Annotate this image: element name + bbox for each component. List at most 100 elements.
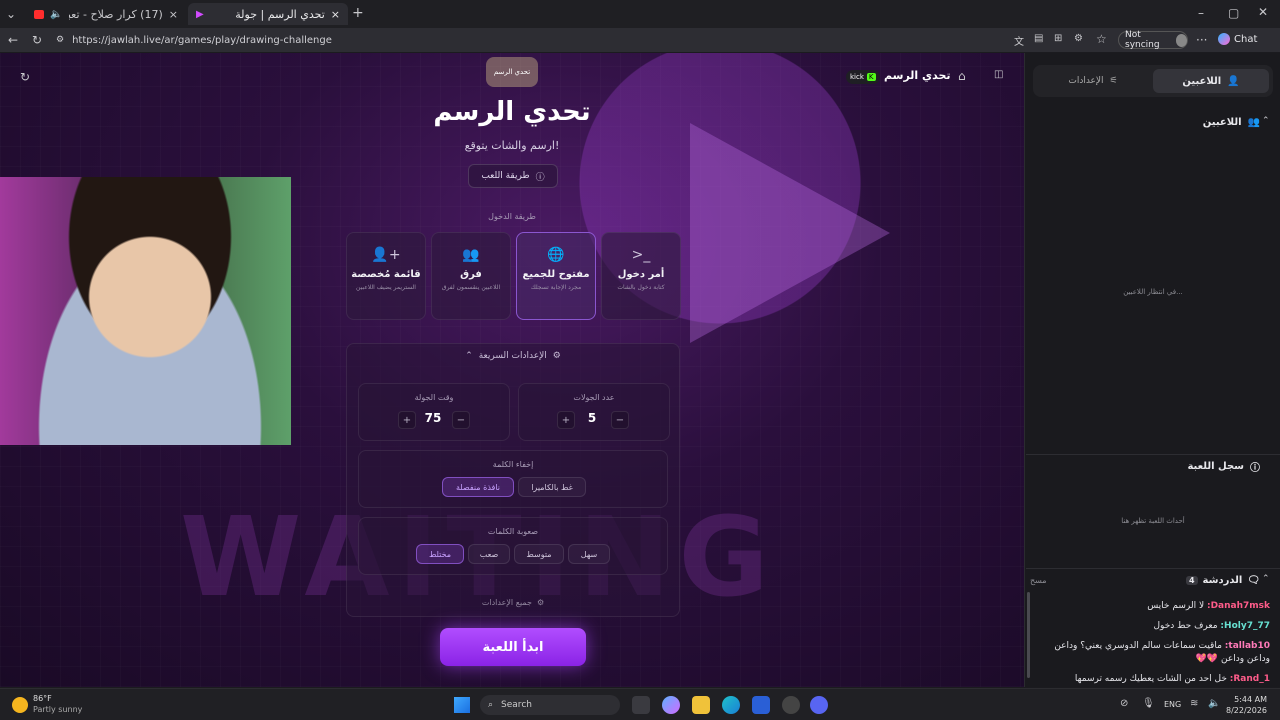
close-icon[interactable]: × xyxy=(331,8,340,21)
round-time-value: 75 xyxy=(424,411,442,425)
sync-label: Not syncing xyxy=(1125,30,1160,50)
url-field[interactable]: ⚙ https://jawlah.live/ar/games/play/draw… xyxy=(52,30,1012,50)
players-empty-text: في انتظار اللاعبين... xyxy=(1123,288,1183,296)
mode-title: قائمة مُخصصة xyxy=(351,269,421,280)
chevron-up-icon: ⌃ xyxy=(465,351,473,361)
store-icon[interactable] xyxy=(752,696,770,714)
weather-icon xyxy=(12,697,28,713)
home-icon[interactable]: ⌂ xyxy=(958,69,966,83)
mode-teams[interactable]: 👥 فرق اللاعبين ينقسمون لفرق xyxy=(431,232,511,320)
taskbar-search[interactable]: ⌕ Search xyxy=(480,695,620,715)
mode-title: فرق xyxy=(460,269,482,280)
players-header[interactable]: اللاعبين 👥 xyxy=(1026,111,1280,133)
tab-players-label: اللاعبين xyxy=(1182,75,1222,87)
app-icon[interactable] xyxy=(782,696,800,714)
gear-icon: ⚙ xyxy=(536,598,545,607)
favorites-icon[interactable]: ☆ xyxy=(1096,32,1107,46)
tab-players[interactable]: اللاعبين 👤 xyxy=(1153,69,1269,93)
tab-list-icon[interactable]: ⌄ xyxy=(6,7,16,21)
back-icon[interactable]: ← xyxy=(8,33,18,47)
more-icon[interactable]: ··· xyxy=(1196,33,1207,47)
wifi-icon[interactable]: ≋ xyxy=(1190,698,1198,709)
clock[interactable]: 5:44 AM 8/22/2026 xyxy=(1226,694,1267,716)
round-time-decrease[interactable]: − xyxy=(452,411,470,429)
tab-drawing-challenge[interactable]: ▶ تحدي الرسم | جولة × xyxy=(188,3,348,25)
hide-option-window[interactable]: نافذة منفصلة xyxy=(442,477,514,497)
difficulty-easy[interactable]: سهل xyxy=(568,544,610,564)
minimize-icon[interactable]: – xyxy=(1198,6,1204,20)
sync-button[interactable]: Not syncing xyxy=(1118,30,1188,50)
translate-icon[interactable]: 文 xyxy=(1014,33,1024,48)
user-icon: 👤 xyxy=(1227,75,1240,87)
favicon-icon: ▶ xyxy=(196,8,204,20)
site-info-icon[interactable]: ⚙ xyxy=(56,35,64,45)
apps-icon[interactable]: ⊞ xyxy=(1054,33,1062,44)
close-icon[interactable]: × xyxy=(169,8,178,21)
tab-settings[interactable]: الإعدادات ⚟ xyxy=(1037,69,1149,93)
chat-label: Chat xyxy=(1234,33,1258,45)
entry-label: طريقة الدخول xyxy=(488,212,536,221)
info-icon: ⓘ xyxy=(535,172,545,183)
chevron-up-icon[interactable]: ⌃ xyxy=(1262,116,1270,126)
chat-icon: 🗨 xyxy=(1247,574,1260,586)
task-view-icon[interactable] xyxy=(632,696,650,714)
round-time-increase[interactable]: + xyxy=(398,411,416,429)
sliders-icon: ⚟ xyxy=(1109,76,1118,86)
chat-username: tallab10: xyxy=(1224,641,1270,651)
weather-temp: 86°F xyxy=(33,694,52,703)
maximize-icon[interactable]: ▢ xyxy=(1228,6,1239,20)
difficulty-mixed[interactable]: مختلط xyxy=(416,544,464,564)
weather-widget[interactable]: 86°F Partly sunny xyxy=(33,693,82,715)
all-settings-link[interactable]: جميع الإعدادات ⚙ xyxy=(460,598,566,607)
mode-command[interactable]: >_ أمر دخول كتابة دخول بالشات xyxy=(601,232,681,320)
file-explorer-icon[interactable] xyxy=(692,696,710,714)
reader-icon[interactable]: ▤ xyxy=(1034,33,1043,44)
edge-icon[interactable] xyxy=(722,696,740,714)
users-icon: 👥 xyxy=(462,247,480,263)
terminal-icon: >_ xyxy=(631,247,651,263)
hide-option-camera[interactable]: غط بالكاميرا xyxy=(518,477,586,497)
volume-icon[interactable]: 🔈 xyxy=(1208,698,1220,709)
network-icon[interactable]: ⊘ xyxy=(1120,698,1128,709)
game-page: WAITING ↻ تحدي الرسم kick K تحدي الرسم ⌂… xyxy=(0,53,1024,687)
chat-message: Rand_1: خل احد من الشات يعطيك رسمه ترسمه… xyxy=(1034,673,1270,686)
add-user-icon: 👤+ xyxy=(371,247,401,263)
chat-scrollbar[interactable] xyxy=(1027,592,1030,678)
kick-badge: kick K xyxy=(846,70,880,84)
mode-open[interactable]: 🌐 مفتوح للجميع مجرد الإجابة تسجلك xyxy=(516,232,596,320)
copilot-icon[interactable] xyxy=(662,696,680,714)
sidebar-toggle-icon[interactable]: ◫ xyxy=(994,69,1003,80)
refresh-game-icon[interactable]: ↻ xyxy=(20,70,30,84)
rounds-decrease[interactable]: − xyxy=(611,411,629,429)
audio-icon[interactable]: 🔈 xyxy=(50,9,62,20)
quick-settings-header[interactable]: ⌃ الإعدادات السريعة ⚙ xyxy=(440,351,586,361)
discord-icon[interactable] xyxy=(810,696,828,714)
howto-button[interactable]: طريقة اللعب ⓘ xyxy=(468,164,558,188)
taskbar: 86°F Partly sunny ⌕ Search ⊘ 🎙 ENG ≋ 🔈 5… xyxy=(0,688,1280,720)
chat-message: Danah7msk: لا الرسم خايس xyxy=(1040,600,1270,613)
window-close-icon[interactable]: ✕ xyxy=(1258,5,1268,19)
rounds-increase[interactable]: + xyxy=(557,411,575,429)
gear-icon: ⚙ xyxy=(552,351,561,361)
chat-text: معرف حط دخول xyxy=(1153,621,1218,631)
tab-youtube[interactable]: 🔈 (17) كرار صلاح - تعبني حبيبي :( × xyxy=(26,3,186,25)
extensions-icon[interactable]: ⚙ xyxy=(1074,33,1083,44)
page-title: تحدي الرسم xyxy=(433,97,591,127)
chat-header[interactable]: 4 الدردشة 🗨 xyxy=(1026,569,1280,591)
mic-icon[interactable]: 🎙 xyxy=(1142,698,1155,709)
rounds-label: عدد الجولات xyxy=(573,393,615,402)
difficulty-medium[interactable]: متوسط xyxy=(514,544,564,564)
game-log-header[interactable]: سجل اللعبة ⓘ xyxy=(1026,455,1280,477)
start-game-button[interactable]: ابدأ اللعبة xyxy=(440,628,586,666)
difficulty-hard[interactable]: صعب xyxy=(468,544,510,564)
chevron-up-icon[interactable]: ⌃ xyxy=(1262,574,1270,584)
mode-desc: اللاعبين ينقسمون لفرق xyxy=(441,284,501,291)
kick-label: kick xyxy=(850,73,864,81)
new-tab-icon[interactable]: + xyxy=(352,5,364,21)
start-icon[interactable] xyxy=(454,697,470,713)
mode-custom-list[interactable]: 👤+ قائمة مُخصصة الستريمر يضيف اللاعبين xyxy=(346,232,426,320)
chat-username: Holy7_77: xyxy=(1220,621,1270,631)
copilot-chat-button[interactable]: Chat xyxy=(1218,33,1257,45)
refresh-icon[interactable]: ↻ xyxy=(32,33,42,47)
language-indicator[interactable]: ENG xyxy=(1164,700,1181,709)
